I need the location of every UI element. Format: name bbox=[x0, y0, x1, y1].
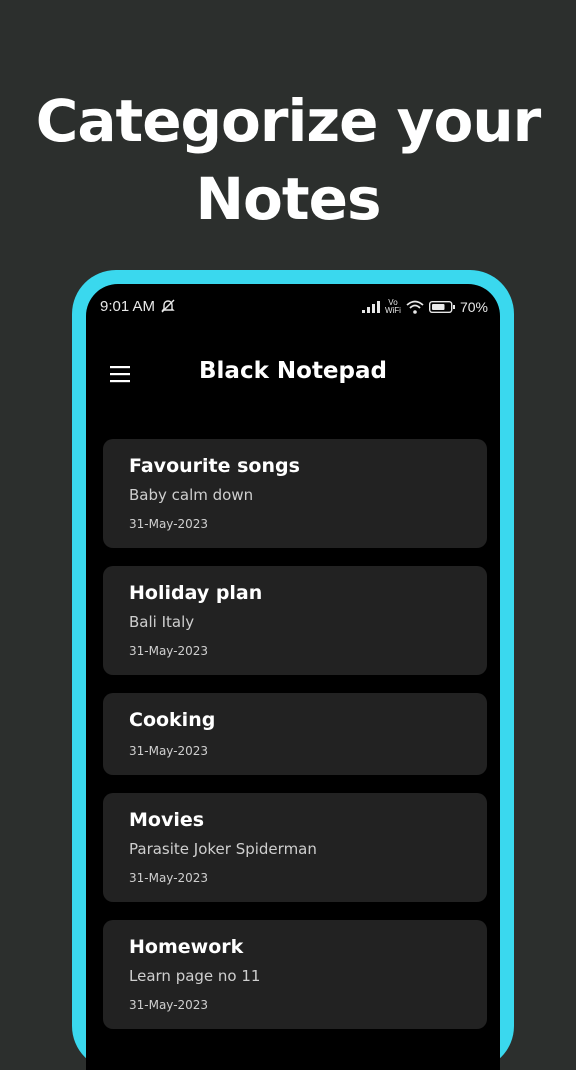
note-body: Parasite Joker Spiderman bbox=[129, 840, 317, 858]
note-card[interactable]: Favourite songs Baby calm down 31-May-20… bbox=[103, 439, 487, 548]
note-date: 31-May-2023 bbox=[129, 871, 209, 885]
note-date: 31-May-2023 bbox=[129, 744, 209, 758]
note-title: Cooking bbox=[129, 709, 216, 731]
note-body: Baby calm down bbox=[129, 486, 254, 504]
phone-screen: 9:01 AM Vo WiFi 70% Black Notepad Favour… bbox=[86, 284, 500, 1070]
note-title: Movies bbox=[129, 809, 205, 831]
phone-frame: 9:01 AM Vo WiFi 70% Black Notepad Favour… bbox=[72, 270, 514, 1070]
status-bar: 9:01 AM Vo WiFi 70% bbox=[86, 296, 500, 320]
bell-off-icon bbox=[161, 299, 175, 313]
vowifi-indicator: Vo WiFi bbox=[385, 299, 401, 315]
status-time: 9:01 AM bbox=[100, 298, 156, 315]
wifi-icon bbox=[406, 300, 424, 314]
status-icons: Vo WiFi 70% bbox=[361, 296, 488, 318]
note-title: Holiday plan bbox=[129, 582, 263, 604]
note-body: Learn page no 11 bbox=[129, 967, 261, 985]
battery-percentage: 70% bbox=[459, 299, 488, 315]
note-card[interactable]: Holiday plan Bali Italy 31-May-2023 bbox=[103, 566, 487, 675]
note-title: Homework bbox=[129, 936, 244, 958]
note-card[interactable]: Cooking 31-May-2023 bbox=[103, 693, 487, 775]
note-date: 31-May-2023 bbox=[129, 644, 209, 658]
note-body: Bali Italy bbox=[129, 613, 195, 631]
note-title: Favourite songs bbox=[129, 455, 300, 477]
signal-icon bbox=[361, 301, 380, 313]
app-bar: Black Notepad bbox=[86, 344, 500, 404]
note-date: 31-May-2023 bbox=[129, 517, 209, 531]
note-date: 31-May-2023 bbox=[129, 998, 209, 1012]
note-card[interactable]: Movies Parasite Joker Spiderman 31-May-2… bbox=[103, 793, 487, 902]
app-title: Black Notepad bbox=[199, 358, 387, 384]
note-card[interactable]: Homework Learn page no 11 31-May-2023 bbox=[103, 920, 487, 1029]
notes-list: Favourite songs Baby calm down 31-May-20… bbox=[103, 439, 487, 1047]
headline-line-2: Notes bbox=[195, 165, 382, 233]
promo-headline: Categorize your Notes bbox=[0, 82, 576, 238]
vowifi-bottom: WiFi bbox=[384, 306, 401, 315]
headline-line-1: Categorize your bbox=[35, 87, 541, 155]
battery-icon bbox=[428, 301, 455, 313]
